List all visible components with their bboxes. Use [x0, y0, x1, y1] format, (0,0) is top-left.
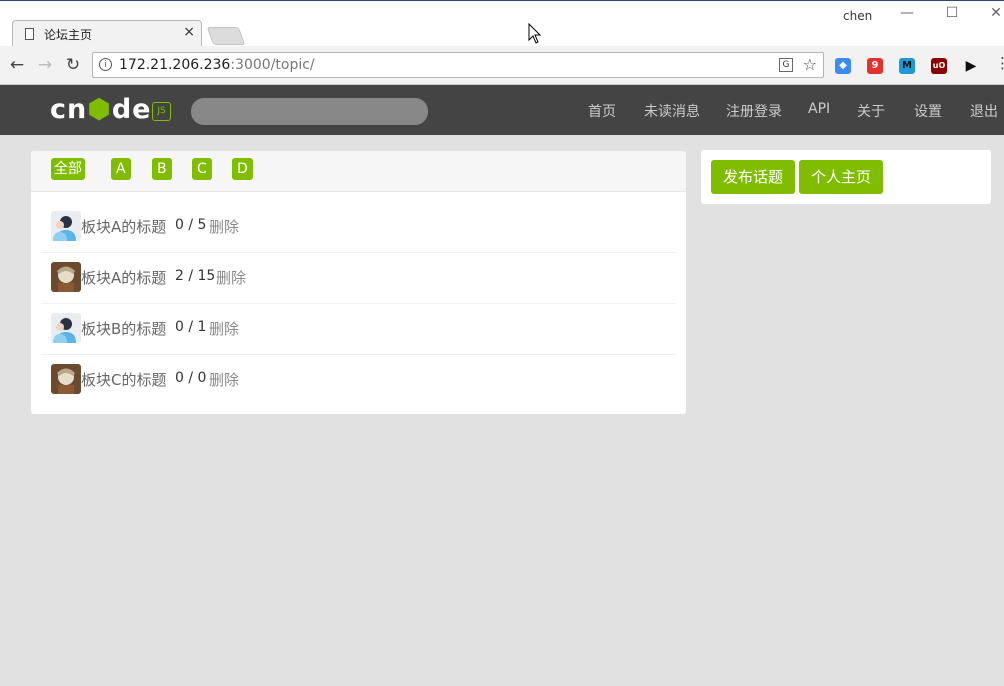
user-avatar[interactable] — [51, 364, 81, 394]
delete-link[interactable]: 删除 — [209, 318, 239, 339]
board-tabs: 全部 A B C D — [31, 151, 686, 192]
cnode-logo[interactable]: cn⬢de — [50, 94, 151, 125]
delete-link[interactable]: 删除 — [209, 216, 239, 237]
logo-text-start: cn — [50, 94, 88, 125]
topic-title[interactable]: 板块A的标题 — [81, 267, 166, 288]
topic-row: 板块B的标题 0 / 1 删除 — [41, 303, 676, 355]
translate-icon[interactable]: G — [779, 58, 793, 72]
nav-register-login[interactable]: 注册登录 — [726, 101, 782, 121]
user-avatar[interactable] — [51, 262, 81, 292]
board-tab-all[interactable]: 全部 — [51, 158, 85, 180]
browser-tab[interactable]: 论坛主页 × — [12, 20, 202, 48]
back-icon[interactable]: ← — [7, 55, 27, 75]
window-close-icon[interactable]: ✕ — [986, 5, 1004, 21]
browser-toolbar: ← → ↻ i 172.21.206.236:3000/topic/ G ☆ ◆… — [0, 46, 1004, 85]
topic-row: 板块A的标题 0 / 5 删除 — [41, 201, 676, 253]
delete-link[interactable]: 删除 — [209, 369, 239, 390]
nav-home[interactable]: 首页 — [588, 101, 616, 121]
ublock-icon[interactable]: uO — [931, 58, 947, 74]
tab-title: 论坛主页 — [44, 28, 93, 42]
delete-link[interactable]: 删除 — [216, 267, 246, 288]
reply-view-count: 0 / 0 — [175, 370, 207, 386]
reply-view-count: 0 / 1 — [175, 319, 207, 335]
nav-logout[interactable]: 退出 — [970, 101, 998, 121]
url-path: :3000/topic/ — [230, 57, 315, 73]
publish-topic-button[interactable]: 发布话题 — [711, 160, 795, 194]
maximize-icon[interactable]: ☐ — [942, 5, 962, 21]
topic-row: 板块A的标题 2 / 15 删除 — [41, 252, 676, 304]
url-host: 172.21.206.236 — [119, 57, 231, 73]
nav-settings[interactable]: 设置 — [914, 101, 942, 121]
reload-icon[interactable]: ↻ — [63, 55, 83, 75]
topic-title[interactable]: 板块B的标题 — [81, 318, 166, 339]
board-tab-b[interactable]: B — [152, 158, 172, 180]
browser-menu-icon[interactable]: ⋮ — [995, 54, 1004, 72]
logo-hexagon-icon: ⬢ — [87, 94, 112, 125]
topic-title[interactable]: 板块A的标题 — [81, 216, 166, 237]
address-bar[interactable]: i 172.21.206.236:3000/topic/ G ☆ — [92, 52, 824, 78]
nav-api[interactable]: API — [808, 101, 830, 117]
url-text[interactable]: 172.21.206.236:3000/topic/ — [119, 57, 315, 73]
nav-unread-messages[interactable]: 未读消息 — [644, 101, 700, 121]
board-tab-d[interactable]: D — [232, 158, 253, 180]
topic-row: 板块C的标题 0 / 0 删除 — [41, 354, 676, 405]
bookmark-star-icon[interactable]: ☆ — [803, 55, 817, 74]
profile-button[interactable]: 个人主页 — [799, 160, 883, 194]
profile-name[interactable]: chen — [843, 9, 872, 23]
tab-close-icon[interactable]: × — [183, 24, 195, 40]
forward-icon[interactable]: → — [35, 55, 55, 75]
board-tab-a[interactable]: A — [111, 158, 131, 180]
topic-title[interactable]: 板块C的标题 — [81, 369, 166, 390]
board-tab-c[interactable]: C — [192, 158, 212, 180]
document-icon — [25, 28, 34, 40]
site-info-icon[interactable]: i — [99, 58, 112, 71]
site-search-input[interactable] — [191, 98, 428, 125]
topic-list-panel: 全部 A B C D 板块A的标题 0 / 5 删除 板块A的标题 2 / 15… — [31, 151, 686, 414]
new-tab-button[interactable] — [206, 27, 246, 45]
play-extension-icon[interactable]: ▶ — [963, 58, 979, 74]
red-extension-icon[interactable]: 9 — [867, 58, 883, 74]
user-avatar[interactable] — [51, 313, 81, 343]
nav-about[interactable]: 关于 — [857, 101, 885, 121]
reply-view-count: 0 / 5 — [175, 217, 207, 233]
reply-view-count: 2 / 15 — [175, 268, 216, 284]
browser-titlebar: 论坛主页 × chen — ☐ ✕ — [0, 0, 1004, 48]
site-navbar: cn⬢de JS 首页 未读消息 注册登录 API 关于 设置 退出 — [0, 85, 1004, 135]
mouse-cursor-icon — [528, 23, 542, 44]
sidebar-panel: 发布话题 个人主页 — [701, 150, 991, 204]
m-extension-icon[interactable]: M — [899, 58, 915, 74]
user-avatar[interactable] — [51, 211, 81, 241]
minimize-icon[interactable]: — — [897, 5, 917, 21]
logo-text-end: de — [111, 94, 152, 125]
blue-extension-icon[interactable]: ◆ — [835, 58, 851, 74]
logo-js-badge: JS — [152, 102, 171, 121]
